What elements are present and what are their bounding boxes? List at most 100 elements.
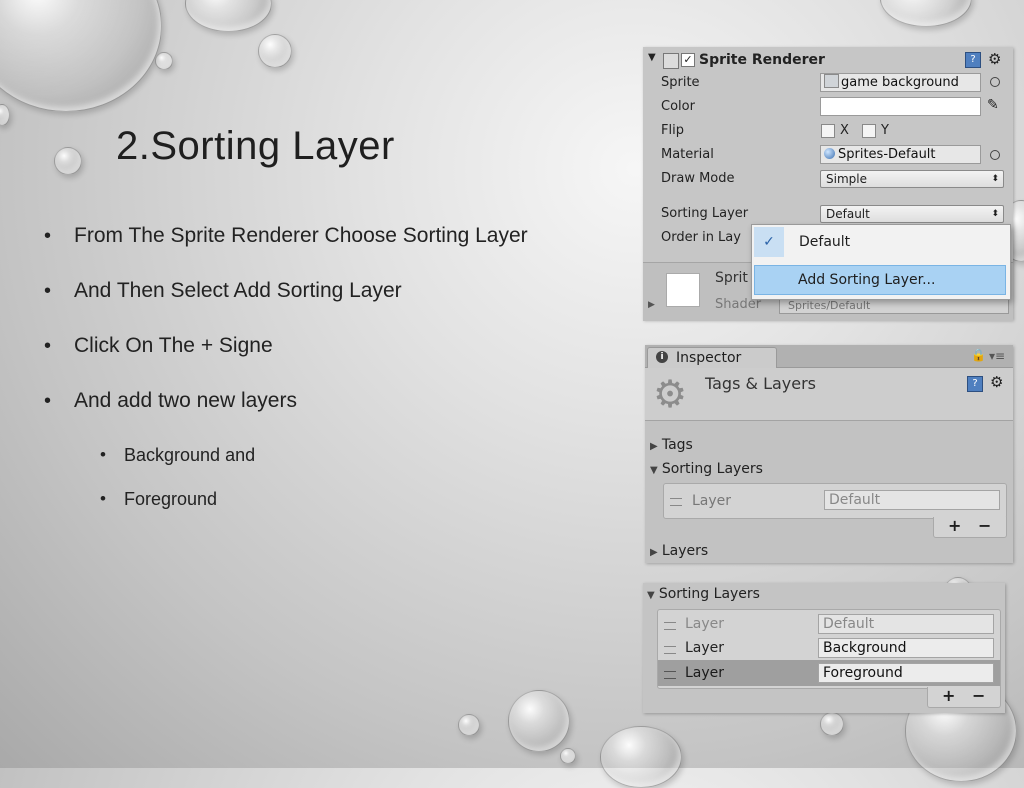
component-title: Sprite Renderer <box>699 52 825 68</box>
object-picker-icon[interactable] <box>990 77 1000 87</box>
sprite-renderer-icon <box>663 53 679 69</box>
water-drop-decoration <box>880 0 972 27</box>
drag-handle-icon[interactable] <box>664 671 676 679</box>
inspector-panel: i Inspector 🔒 ▾≡ ⚙ Tags & Layers ? ⚙ ▶ T… <box>645 345 1013 563</box>
water-drop-decoration <box>820 712 844 736</box>
bullet-item: And add two new layers <box>44 385 624 440</box>
sorting-layer-menu: ✓ Default Add Sorting Layer... <box>751 224 1011 300</box>
eyedropper-icon[interactable]: ✎ <box>987 97 999 113</box>
tab-inspector[interactable]: i Inspector <box>647 347 777 368</box>
layer-name-value: Default <box>829 492 881 508</box>
dropdown-arrows-icon: ⬍ <box>991 174 999 184</box>
layer-row-selected[interactable]: Layer Foreground <box>658 660 1000 686</box>
layer-row[interactable]: Layer Default <box>658 612 1000 636</box>
layer-name-value: Background <box>823 640 907 656</box>
gear-asset-icon: ⚙ <box>653 372 688 416</box>
sub-bullet-item: Foreground <box>44 484 624 528</box>
layer-name-field[interactable]: Default <box>818 614 994 634</box>
sprite-bottom-label: Sprit <box>715 270 748 286</box>
foldout-arrow-icon[interactable]: ▼ <box>648 52 656 63</box>
layer-name-field[interactable]: Default <box>824 490 1000 510</box>
layer-name-field[interactable]: Foreground <box>818 663 994 683</box>
flip-y-checkbox[interactable] <box>862 124 876 138</box>
drag-handle-icon[interactable] <box>670 498 682 506</box>
drag-handle-icon[interactable] <box>664 646 676 654</box>
bullet-list: From The Sprite Renderer Choose Sorting … <box>44 220 624 528</box>
foldout-arrow-icon: ▶ <box>650 547 658 558</box>
layer-label: Layer <box>692 493 732 509</box>
foldout-arrow-icon: ▶ <box>650 441 658 452</box>
material-label: Material <box>661 147 714 162</box>
water-drop-decoration <box>508 690 570 752</box>
settings-gear-icon[interactable]: ⚙ <box>988 50 1001 68</box>
color-label: Color <box>661 99 695 114</box>
foldout-arrow-icon[interactable]: ▶ <box>648 300 655 310</box>
menu-item-default[interactable]: ✓ Default <box>754 227 1006 257</box>
menu-item-add-sorting-layer[interactable]: Add Sorting Layer... <box>754 265 1006 295</box>
sprite-asset-icon <box>824 74 839 88</box>
object-picker-icon[interactable] <box>990 150 1000 160</box>
water-drop-decoration <box>600 726 682 788</box>
flip-label: Flip <box>661 123 684 138</box>
layer-name-field[interactable]: Background <box>818 638 994 658</box>
tags-foldout[interactable]: ▶ Tags <box>650 437 693 453</box>
section-label: Sorting Layers <box>661 461 763 477</box>
sorting-layers-list: Layer Default Layer Background Layer For… <box>657 609 1001 689</box>
foldout-arrow-icon: ▼ <box>647 590 655 601</box>
layer-row[interactable]: Layer Background <box>658 636 1000 660</box>
layer-label: Layer <box>685 640 725 656</box>
sub-bullet-item: Background and <box>44 440 624 484</box>
water-drop-decoration <box>155 52 173 70</box>
tab-menu-icon[interactable]: ▾≡ <box>989 349 1005 363</box>
shader-value: Sprites/Default <box>788 299 871 312</box>
help-icon[interactable]: ? <box>965 52 981 68</box>
slide-title: 2.Sorting Layer <box>116 124 395 168</box>
list-footer: + − <box>927 686 1001 708</box>
material-sphere-icon <box>824 148 835 159</box>
section-label: Sorting Layers <box>658 586 760 602</box>
water-drop-decoration <box>54 147 82 175</box>
inspector-header: ⚙ Tags & Layers ? ⚙ <box>645 368 1013 421</box>
water-drop-decoration <box>185 0 272 32</box>
layers-foldout[interactable]: ▶ Layers <box>650 543 708 559</box>
sorting-layer-dropdown[interactable]: Default ⬍ <box>820 205 1004 223</box>
water-drop-decoration <box>560 748 576 764</box>
list-footer: + − <box>933 516 1007 538</box>
draw-mode-dropdown[interactable]: Simple ⬍ <box>820 170 1004 188</box>
layer-label: Layer <box>685 665 725 681</box>
help-icon[interactable]: ? <box>967 376 983 392</box>
enabled-checkbox[interactable]: ✓ <box>681 53 695 67</box>
sorting-layer-label: Sorting Layer <box>661 206 749 221</box>
settings-gear-icon[interactable]: ⚙ <box>990 373 1003 391</box>
material-field[interactable]: Sprites-Default <box>820 145 981 164</box>
sorting-layers-foldout[interactable]: ▼ Sorting Layers <box>650 461 763 477</box>
add-layer-button[interactable]: + <box>948 516 961 535</box>
water-drop-decoration <box>0 0 162 112</box>
drag-handle-icon[interactable] <box>664 622 676 630</box>
water-drop-decoration <box>258 34 292 68</box>
sprite-value: game background <box>841 75 959 90</box>
section-label: Layers <box>661 543 709 559</box>
sprite-field[interactable]: game background <box>820 73 981 92</box>
material-preview-swatch <box>666 273 700 307</box>
material-value: Sprites-Default <box>838 147 936 162</box>
sorting-layers-foldout[interactable]: ▼ Sorting Layers <box>647 586 760 602</box>
add-layer-button[interactable]: + <box>942 686 955 705</box>
draw-mode-label: Draw Mode <box>661 171 735 186</box>
layer-label: Layer <box>685 616 725 632</box>
info-icon: i <box>656 351 668 363</box>
remove-layer-button[interactable]: − <box>978 516 991 535</box>
menu-item-label: Default <box>799 234 851 250</box>
flip-x-checkbox[interactable] <box>821 124 835 138</box>
remove-layer-button[interactable]: − <box>972 686 985 705</box>
bullet-item: From The Sprite Renderer Choose Sorting … <box>44 220 624 275</box>
water-drop-decoration <box>0 104 10 126</box>
color-field[interactable] <box>820 97 981 116</box>
lock-icon[interactable]: 🔒 <box>971 348 986 362</box>
draw-mode-value: Simple <box>826 172 867 186</box>
menu-item-label: Add Sorting Layer... <box>798 272 936 288</box>
component-header: ▼ ✓ Sprite Renderer ? ⚙ <box>643 50 1013 71</box>
section-label: Tags <box>661 437 693 453</box>
bullet-item: Click On The + Signe <box>44 330 624 385</box>
layer-name-value: Default <box>823 616 875 632</box>
